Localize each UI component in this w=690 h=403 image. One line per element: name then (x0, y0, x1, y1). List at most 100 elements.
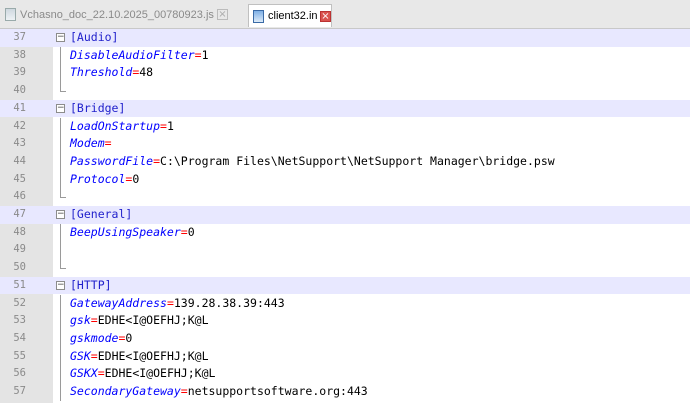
line-number: 41 (13, 101, 26, 114)
line-code: [Bridge] (70, 100, 125, 118)
close-icon[interactable]: × (216, 9, 228, 20)
code-line[interactable]: 47 − [General] (0, 206, 690, 224)
equals-sign: = (153, 153, 161, 168)
equals-sign: = (90, 348, 98, 363)
equals-sign: = (166, 295, 174, 310)
fold-guide (60, 329, 61, 348)
code-line[interactable]: 49 (0, 241, 690, 260)
code-line[interactable]: 56 GSKX=EDHE<I@OEFHJ;K@L (0, 365, 690, 383)
code-line[interactable]: 48 BeepUsingSpeaker=0 (0, 223, 690, 242)
ini-value: 1 (166, 118, 174, 133)
line-number: 48 (13, 225, 26, 238)
equals-sign: = (104, 136, 112, 151)
editor[interactable]: 37− [Audio] 38 DisableAudioFilter=1 39 Thresh… (0, 29, 690, 403)
fold-guide (60, 117, 61, 136)
line-code: Modem= (70, 135, 112, 153)
code-line[interactable]: 51 − [HTTP] (0, 276, 690, 295)
ini-key: PasswordFile (70, 153, 154, 168)
equals-sign: = (194, 47, 202, 62)
fold-toggle-icon[interactable]: − (56, 280, 65, 290)
ini-key: gsk (70, 313, 91, 328)
line-code: LoadOnStartup=1 (70, 118, 174, 136)
ini-value: 1 (201, 47, 209, 62)
tab-client32-ini[interactable]: client32.ini × (248, 4, 332, 27)
code-line[interactable]: 43 Modem= (0, 135, 690, 153)
ini-key: LoadOnStartup (70, 118, 161, 133)
line-number: 52 (13, 296, 26, 309)
line-number: 54 (13, 331, 26, 344)
line-code: gsk=EDHE<I@OEFHJ;K@L (70, 312, 209, 330)
section-header: [Audio] (70, 30, 119, 44)
ini-key: Modem (70, 136, 105, 151)
tab-label: client32.ini (268, 10, 317, 22)
fold-guide (60, 46, 61, 65)
fold-guide (60, 135, 61, 153)
equals-sign: = (180, 384, 188, 398)
code-line[interactable]: 41 − [Bridge] (0, 99, 690, 118)
line-number: 56 (13, 367, 26, 380)
section-header: [HTTP] (70, 277, 112, 292)
fold-guide (60, 347, 61, 366)
close-icon[interactable]: × (320, 10, 331, 22)
ini-value: EDHE<I@OEFHJ;K@L (97, 348, 209, 363)
tab-label: Vchasno_doc_22.10.2025_00780923.js (20, 8, 214, 21)
code-line[interactable]: 57 SecondaryGateway=netsupportsoftware.or… (0, 383, 690, 401)
fold-toggle-icon[interactable]: − (56, 33, 65, 42)
section-header: [General] (70, 207, 133, 221)
code-line[interactable]: 44 PasswordFile=C:\Program Files\NetSuppo… (0, 152, 690, 171)
line-code: PasswordFile=C:\Program Files\NetSupport… (70, 153, 555, 171)
fold-guide (60, 383, 61, 401)
line-code: GSK=EDHE<I@OEFHJ;K@L (70, 348, 209, 366)
line-code: GatewayAddress=139.28.38.39:443 (70, 295, 285, 313)
code-line[interactable]: 55 GSK=EDHE<I@OEFHJ;K@L (0, 347, 690, 366)
line-code: gskmode=0 (70, 330, 132, 348)
fold-guide (60, 223, 61, 242)
fold-guide (60, 64, 61, 83)
ini-value: 0 (125, 330, 133, 345)
line-number: 53 (13, 314, 26, 327)
tab-js-file[interactable]: Vchasno_doc_22.10.2025_00780923.js × (1, 4, 245, 25)
js-file-icon (5, 8, 16, 21)
code-line[interactable]: 39 Threshold=48 (0, 64, 690, 83)
fold-guide (60, 312, 61, 330)
line-code: DisableAudioFilter=1 (70, 47, 209, 65)
ini-key: GSK (70, 348, 91, 363)
equals-sign: = (160, 118, 167, 133)
code-line[interactable]: 53 gsk=EDHE<I@OEFHJ;K@L (0, 312, 690, 330)
line-code: Protocol=0 (70, 171, 139, 189)
line-number: 45 (13, 172, 26, 185)
equals-sign: = (97, 366, 105, 381)
fold-guide (60, 365, 61, 383)
line-code: [HTTP] (70, 277, 112, 295)
ini-key: GSKX (70, 366, 98, 381)
line-number: 37 (13, 31, 26, 43)
code-line[interactable]: 45 Protocol=0 (0, 170, 690, 189)
line-number: 51 (13, 278, 26, 291)
fold-end (60, 259, 66, 270)
code-line[interactable]: 50 (0, 259, 690, 277)
line-code: [General] (70, 206, 132, 224)
ini-file-icon (253, 9, 264, 23)
line-code: Threshold=48 (70, 64, 153, 82)
ini-key: SecondaryGateway (70, 384, 181, 398)
equals-sign: = (90, 313, 98, 328)
ini-key: DisableAudioFilter (70, 47, 195, 62)
code-line[interactable]: 37 − [Audio] (0, 29, 690, 47)
ini-value: 48 (139, 65, 154, 80)
code-line[interactable]: 54 gskmode=0 (0, 329, 690, 348)
code-line[interactable]: 52 GatewayAddress=139.28.38.39:443 (0, 294, 690, 313)
line-number: 43 (13, 137, 26, 150)
code-line[interactable]: 40 (0, 82, 690, 100)
code-line[interactable]: 46 (0, 188, 690, 206)
ini-value: EDHE<I@OEFHJ;K@L (97, 313, 209, 328)
fold-guide (60, 241, 61, 260)
ini-key: Protocol (70, 171, 126, 186)
fold-toggle-icon[interactable]: − (56, 210, 65, 219)
line-number: 55 (13, 349, 26, 362)
ini-value: 0 (187, 224, 195, 239)
fold-toggle-icon[interactable]: − (56, 103, 65, 113)
ini-value: netsupportsoftware.org:443 (187, 384, 368, 398)
code-line[interactable]: 42 LoadOnStartup=1 (0, 117, 690, 136)
section-header: [Bridge] (70, 100, 126, 115)
code-line[interactable]: 38 DisableAudioFilter=1 (0, 46, 690, 65)
